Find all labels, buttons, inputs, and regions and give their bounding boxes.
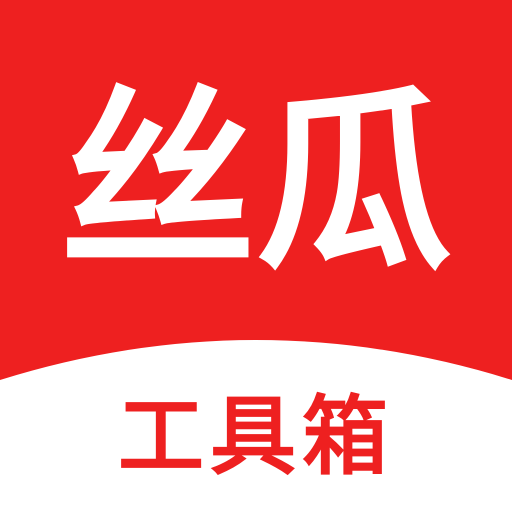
app-title: 丝瓜 xyxy=(59,69,452,297)
app-subtitle: 工具箱 xyxy=(118,387,394,487)
app-icon: 丝瓜 工具箱 xyxy=(0,0,512,512)
